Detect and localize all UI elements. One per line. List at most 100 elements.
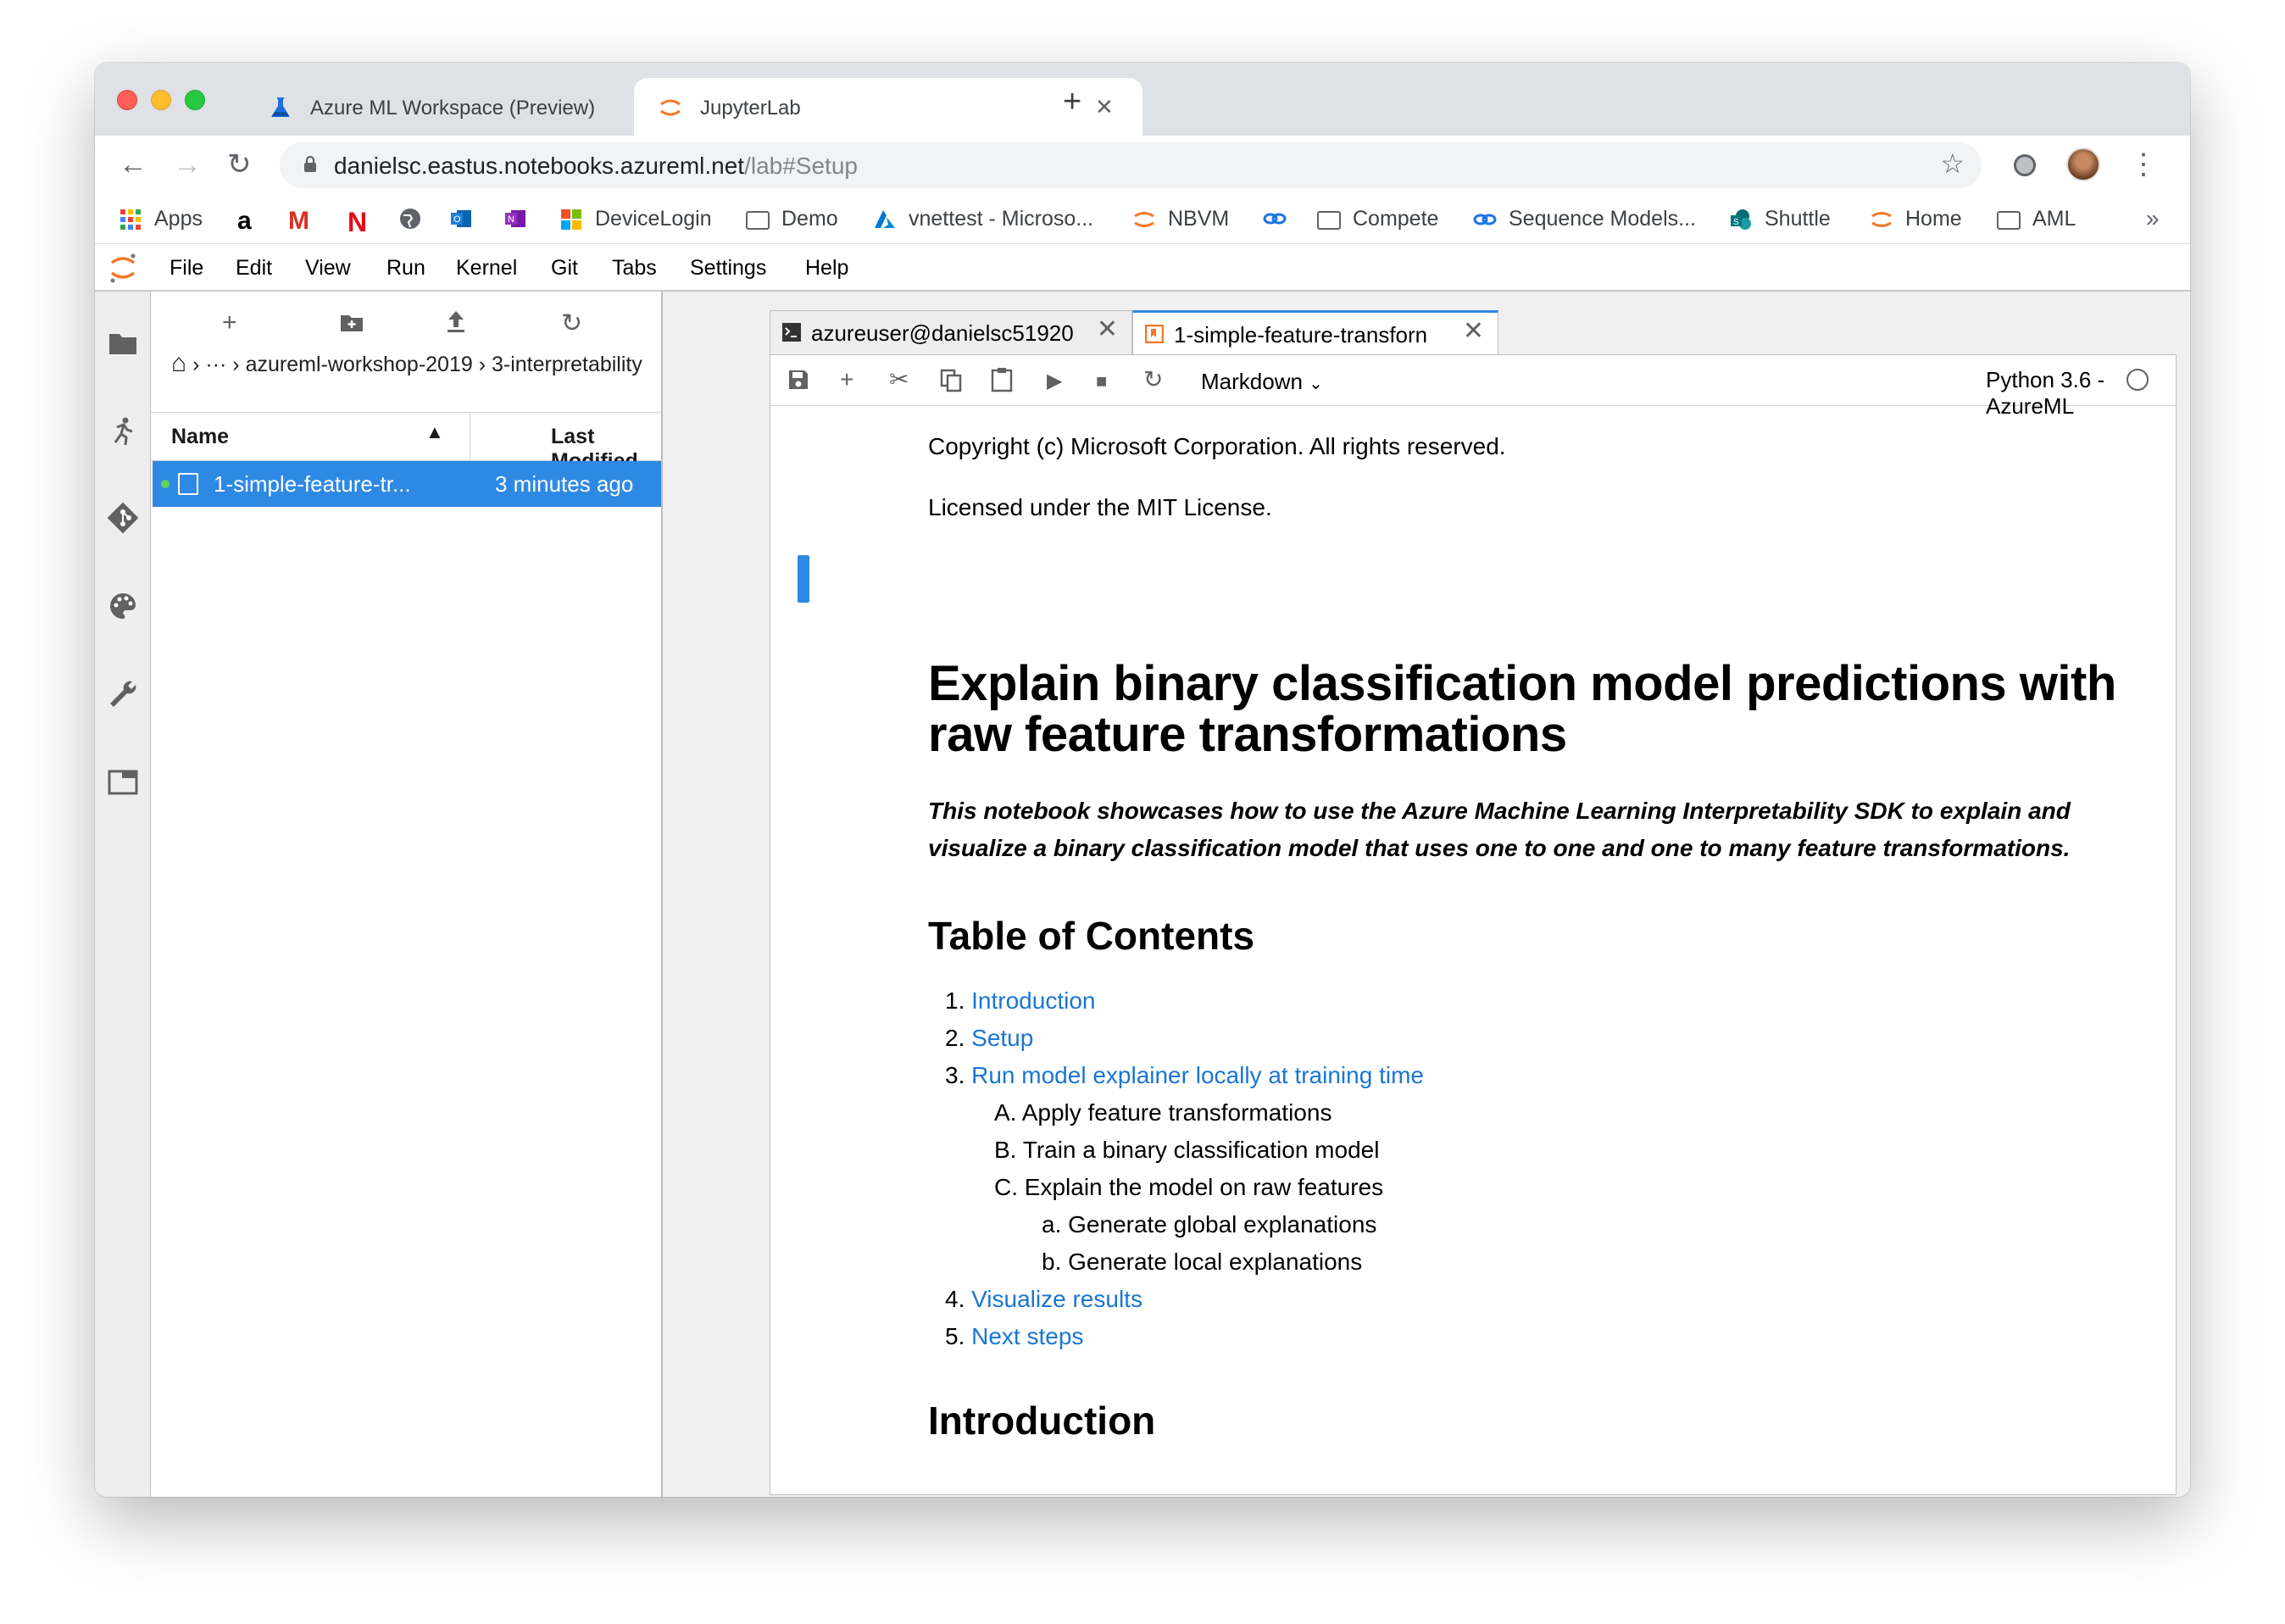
reload-button[interactable]: ↻: [227, 147, 252, 181]
breadcrumb-current[interactable]: 3-interpretability: [492, 353, 642, 376]
toc-subitem: B. Train a binary classification model: [994, 1137, 1380, 1163]
running-icon[interactable]: [107, 415, 139, 448]
menu-help[interactable]: Help: [805, 256, 848, 281]
bookmark-apps[interactable]: Apps: [119, 207, 203, 231]
folder-icon[interactable]: [107, 327, 139, 359]
breadcrumb-ellipsis[interactable]: ···: [205, 353, 226, 376]
bookmark-outlook[interactable]: O: [449, 207, 485, 231]
address-bar[interactable]: danielsc.eastus.notebooks.azureml.net/la…: [280, 142, 1982, 188]
column-name-header[interactable]: Name: [171, 425, 229, 449]
new-launcher-button[interactable]: +: [222, 309, 237, 337]
menu-edit[interactable]: Edit: [236, 256, 272, 281]
notebook-panel: + ✂ ▶ ■ ↻ Markdown ⌄ Python 3.6 - AzureM…: [770, 354, 2177, 1495]
bookmark-nbvm[interactable]: NBVM: [1132, 207, 1229, 231]
running-indicator-icon: [161, 480, 170, 488]
toc-link-setup[interactable]: Setup: [971, 1025, 1033, 1051]
restart-kernel-icon[interactable]: ↻: [1143, 365, 1163, 394]
close-icon[interactable]: ✕: [1097, 314, 1118, 344]
file-browser: + ↻ ⌂ › ··· › azureml-workshop-2019 › 3-…: [151, 292, 663, 1497]
bookmark-label: Compete: [1353, 207, 1439, 231]
run-cell-icon[interactable]: ▶: [1047, 367, 1062, 396]
bookmark-aml[interactable]: AML: [1997, 207, 2076, 231]
introduction-heading: Introduction: [928, 1399, 1156, 1443]
toc-subsubitem: a. Generate global explanations: [1042, 1211, 1377, 1237]
chevron-down-icon: ⌄: [1309, 375, 1323, 393]
bookmark-compete[interactable]: Compete: [1317, 207, 1438, 231]
breadcrumb-folder[interactable]: azureml-workshop-2019: [246, 353, 473, 376]
bookmark-label: Home: [1905, 207, 1962, 231]
menu-git[interactable]: Git: [551, 256, 578, 281]
home-icon[interactable]: ⌂: [171, 349, 186, 377]
notebook-content[interactable]: Copyright (c) Microsoft Corporation. All…: [770, 406, 2176, 1496]
toc-item[interactable]: 1. Introduction: [945, 982, 1095, 1020]
close-tab-icon[interactable]: ✕: [1095, 95, 1114, 119]
new-tab-button[interactable]: +: [1063, 86, 1081, 118]
toc-item[interactable]: 3. Run model explainer locally at traini…: [945, 1057, 1424, 1094]
azure-ml-flask-icon: [271, 97, 290, 117]
bookmark-netflix[interactable]: N: [347, 207, 367, 238]
svg-text:S: S: [1733, 218, 1739, 227]
new-folder-icon[interactable]: [339, 310, 364, 336]
toc-subitem: C. Explain the model on raw features: [994, 1174, 1384, 1200]
upload-icon[interactable]: [444, 309, 468, 334]
bookmark-link[interactable]: [1263, 207, 1298, 231]
forward-button[interactable]: →: [173, 147, 202, 181]
tab-terminal[interactable]: azureuser@danielsc51920 ✕: [770, 310, 1132, 354]
toc-link-introduction[interactable]: Introduction: [971, 987, 1095, 1014]
menu-settings[interactable]: Settings: [690, 256, 766, 281]
notebook-title: Explain binary classification model pred…: [928, 656, 2116, 762]
microsoft-icon: [561, 209, 581, 230]
file-list-item[interactable]: 1-simple-feature-tr... 3 minutes ago: [153, 461, 661, 507]
more-bookmarks-chevron-icon[interactable]: »: [2146, 205, 2160, 232]
toc-link-next-steps[interactable]: Next steps: [971, 1323, 1083, 1349]
bookmark-sequence-models[interactable]: Sequence Models...: [1473, 207, 1696, 231]
menu-view[interactable]: View: [305, 256, 351, 281]
toc-item[interactable]: 4. Visualize results: [945, 1281, 1142, 1318]
cell-collapser[interactable]: [798, 555, 809, 603]
stop-kernel-icon[interactable]: ■: [1096, 367, 1107, 396]
bookmark-demo[interactable]: Demo: [746, 207, 838, 231]
refresh-icon[interactable]: ↻: [561, 309, 582, 338]
maximize-window-button[interactable]: [185, 90, 205, 110]
bookmark-shuttle[interactable]: S Shuttle: [1729, 207, 1831, 231]
back-button[interactable]: ←: [119, 147, 147, 181]
toc-link-visualize-results[interactable]: Visualize results: [971, 1286, 1142, 1312]
wrench-icon[interactable]: [107, 678, 139, 710]
copy-icon[interactable]: [940, 369, 962, 392]
menu-run[interactable]: Run: [386, 256, 425, 281]
bookmark-amazon[interactable]: a: [237, 207, 252, 236]
menu-file[interactable]: File: [170, 256, 203, 281]
palette-icon[interactable]: [107, 590, 139, 622]
git-icon[interactable]: [107, 502, 139, 534]
save-icon[interactable]: [787, 369, 809, 391]
extension-icon[interactable]: [2014, 154, 2036, 176]
paste-icon[interactable]: [991, 367, 1013, 392]
jupyter-icon: [1871, 211, 1892, 227]
bookmark-gmail[interactable]: M: [288, 207, 309, 236]
cell-type-select[interactable]: Markdown ⌄: [1201, 369, 1323, 395]
bookmark-onenote[interactable]: N: [503, 207, 539, 231]
url-text[interactable]: danielsc.eastus.notebooks.azureml.net/la…: [334, 153, 858, 180]
azure-icon: [875, 209, 895, 228]
notebook-icon: [178, 473, 198, 495]
browser-menu-icon[interactable]: ⋮: [2129, 147, 2158, 181]
bookmark-globe[interactable]: [398, 207, 434, 231]
close-icon[interactable]: ✕: [1463, 316, 1484, 346]
close-window-button[interactable]: [117, 90, 137, 110]
insert-cell-button[interactable]: +: [840, 365, 853, 394]
menu-kernel[interactable]: Kernel: [456, 256, 517, 281]
cut-icon[interactable]: ✂: [889, 365, 909, 394]
tab-notebook[interactable]: 1-simple-feature-transforn ✕: [1132, 310, 1498, 356]
bookmark-home[interactable]: Home: [1870, 207, 1962, 231]
bookmark-devicelogin[interactable]: DeviceLogin: [559, 207, 712, 231]
bookmark-star-icon[interactable]: ☆: [1940, 147, 1965, 180]
toc-item[interactable]: 2. Setup: [945, 1020, 1033, 1057]
toc-item[interactable]: 5. Next steps: [945, 1318, 1083, 1355]
minimize-window-button[interactable]: [151, 90, 171, 110]
toc-link-run-explainer[interactable]: Run model explainer locally at training …: [971, 1062, 1424, 1088]
terminal-icon: [782, 323, 801, 342]
tabs-icon[interactable]: [107, 766, 139, 798]
profile-avatar[interactable]: [2066, 147, 2100, 181]
bookmark-vnettest[interactable]: vnettest - Microso...: [873, 207, 1093, 231]
menu-tabs[interactable]: Tabs: [612, 256, 657, 281]
